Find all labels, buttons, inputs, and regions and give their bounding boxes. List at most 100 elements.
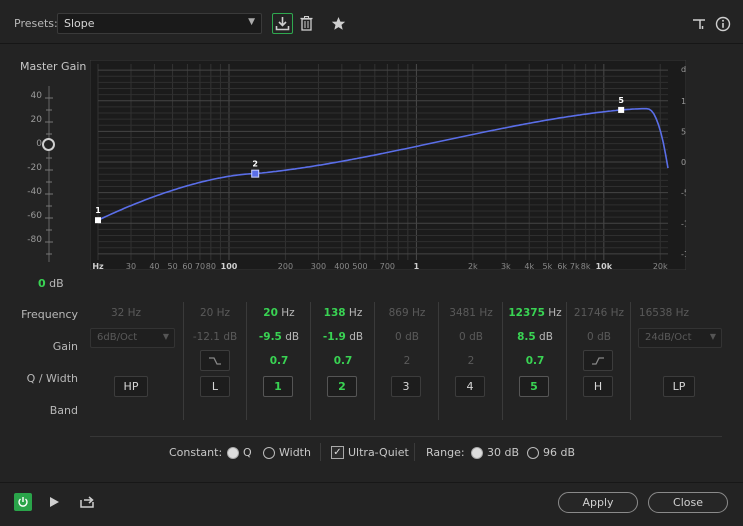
master-gain-value: 0 dB	[38, 277, 64, 290]
band1-frequency[interactable]: 20 Hz	[249, 307, 309, 319]
frequency-tick-label: 2k	[468, 262, 478, 270]
routing-button[interactable]	[689, 13, 710, 34]
band2-gain-value: -1.9	[322, 331, 346, 343]
gain-tick-label: dB	[681, 65, 686, 74]
low-shelf-type-button[interactable]	[200, 350, 230, 371]
save-preset-icon	[275, 17, 290, 31]
band3-q[interactable]: 2	[377, 355, 437, 367]
band5-frequency-value: 12375	[508, 307, 545, 319]
divider	[90, 436, 722, 437]
band-l-button[interactable]: L	[200, 376, 230, 397]
band-3-button[interactable]: 3	[391, 376, 421, 397]
band4-gain[interactable]: 0 dB	[441, 331, 501, 343]
band3-gain[interactable]: 0 dB	[377, 331, 437, 343]
band2-frequency-unit: Hz	[348, 307, 363, 319]
frequency-tick-label: 40	[149, 262, 159, 270]
power-button[interactable]	[14, 493, 32, 511]
band1-q[interactable]: 0.7	[249, 355, 309, 367]
presets-dropdown[interactable]: Slope ▼	[57, 13, 262, 34]
master-gain-slider-track[interactable]	[42, 86, 56, 262]
band-4-button[interactable]: 4	[455, 376, 485, 397]
info-icon	[715, 16, 730, 31]
hp-frequency[interactable]: 32 Hz	[96, 307, 156, 319]
constant-q-label[interactable]: Q	[243, 446, 252, 459]
q-width-label: Q / Width	[26, 372, 78, 385]
gain-label: Gain	[52, 340, 78, 353]
column-divider	[183, 302, 184, 420]
band1-gain-value: -9.5	[258, 331, 282, 343]
band5-frequency[interactable]: 12375 Hz	[505, 307, 565, 319]
master-gain-number: 0	[38, 277, 46, 290]
presets-label: Presets:	[14, 17, 58, 30]
band2-gain[interactable]: -1.9 dB	[313, 331, 373, 343]
band4-q[interactable]: 2	[441, 355, 501, 367]
eq-graph[interactable]: Hz 30 40 50 60 70 80 100 200 300 400 500 700 1 2k 3k 4k 5…	[90, 60, 686, 270]
band1-frequency-unit: Hz	[281, 307, 295, 319]
band3-frequency[interactable]: 869 Hz	[377, 307, 437, 319]
play-button[interactable]	[47, 495, 61, 512]
band5-gain-value: 8.5	[517, 331, 536, 343]
eq-band-handle-label: 1	[95, 206, 101, 215]
frequency-tick-label: 300	[311, 262, 326, 270]
info-button[interactable]	[712, 13, 733, 34]
frequency-tick-label: 10k	[596, 262, 613, 270]
lp-slope-dropdown[interactable]: 24dB/Oct ▼	[638, 328, 722, 348]
range-30-radio[interactable]	[471, 447, 483, 459]
band-h-button[interactable]: H	[583, 376, 613, 397]
favorite-button[interactable]	[328, 13, 349, 34]
loop-button[interactable]	[79, 494, 96, 512]
high-shelf-gain[interactable]: 0 dB	[569, 331, 629, 343]
high-shelf-type-button[interactable]	[583, 350, 613, 371]
low-shelf-frequency[interactable]: 20 Hz	[185, 307, 245, 319]
constant-width-label[interactable]: Width	[279, 446, 311, 459]
ultra-quiet-checkbox[interactable]: ✓	[331, 446, 344, 459]
close-button[interactable]: Close	[648, 492, 728, 513]
band-lp-button[interactable]: LP	[663, 376, 695, 397]
master-gain-tick: -40	[27, 187, 42, 197]
hp-slope-dropdown[interactable]: 6dB/Oct ▼	[90, 328, 175, 348]
divider	[320, 443, 321, 461]
low-shelf-gain[interactable]: -12.1 dB	[185, 331, 245, 343]
frequency-tick-label: 5k	[543, 262, 553, 270]
ultra-quiet-label[interactable]: Ultra-Quiet	[348, 446, 409, 459]
band2-gain-unit: dB	[349, 331, 364, 343]
band1-gain[interactable]: -9.5 dB	[249, 331, 309, 343]
range-30-label[interactable]: 30 dB	[487, 446, 519, 459]
band5-gain[interactable]: 8.5 dB	[505, 331, 565, 343]
eq-band-handle[interactable]	[95, 217, 101, 224]
gain-tick-label: 10	[681, 97, 686, 106]
band2-q[interactable]: 0.7	[313, 355, 373, 367]
master-gain-knob[interactable]	[42, 138, 55, 151]
band2-frequency[interactable]: 138 Hz	[313, 307, 373, 319]
loop-icon	[80, 496, 94, 508]
frequency-tick-label: Hz	[92, 262, 104, 270]
range-96-label[interactable]: 96 dB	[543, 446, 575, 459]
master-gain-label: Master Gain	[20, 60, 87, 73]
lp-frequency[interactable]: 16538 Hz	[634, 307, 694, 319]
band-1-button[interactable]: 1	[263, 376, 293, 397]
eq-band-handle[interactable]	[251, 169, 260, 178]
constant-width-radio[interactable]	[263, 447, 275, 459]
chevron-down-icon: ▼	[248, 17, 255, 27]
hp-slope-value: 6dB/Oct	[97, 332, 138, 343]
range-96-radio[interactable]	[527, 447, 539, 459]
band4-frequency[interactable]: 3481 Hz	[441, 307, 501, 319]
frequency-tick-label: 700	[380, 262, 395, 270]
band-hp-button[interactable]: HP	[114, 376, 148, 397]
footer-divider	[0, 482, 743, 483]
constant-q-radio[interactable]	[227, 447, 239, 459]
eq-band-handle[interactable]	[618, 106, 625, 113]
save-preset-button[interactable]	[272, 13, 293, 34]
divider	[414, 443, 415, 461]
frequency-tick-label: 1	[414, 262, 420, 270]
band-2-button[interactable]: 2	[327, 376, 357, 397]
band-5-button[interactable]: 5	[519, 376, 549, 397]
frequency-tick-label: 60	[182, 262, 192, 270]
frequency-tick-label: 3k	[501, 262, 511, 270]
delete-preset-button[interactable]	[296, 13, 317, 34]
gain-tick-label: -15	[681, 250, 686, 259]
range-label: Range:	[426, 446, 465, 459]
high-shelf-frequency[interactable]: 21746 Hz	[569, 307, 629, 319]
band5-q[interactable]: 0.7	[505, 355, 565, 367]
apply-button[interactable]: Apply	[558, 492, 638, 513]
